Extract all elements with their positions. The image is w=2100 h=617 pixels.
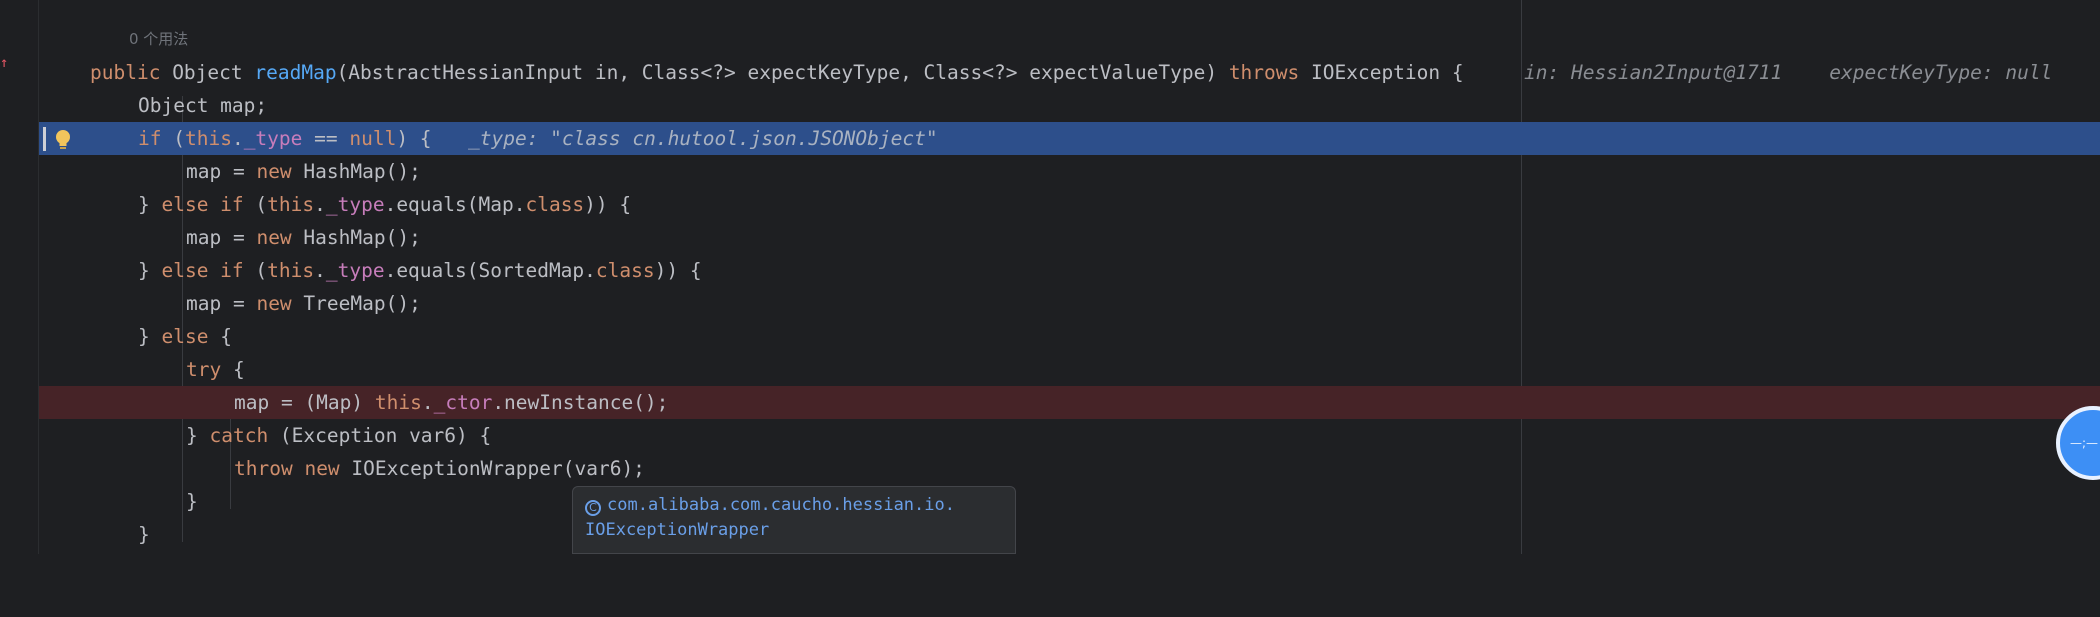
code-text: } — [186, 424, 210, 447]
code-editor[interactable]: 0 个用法 public Object readMap(AbstractHess… — [39, 0, 2100, 554]
keyword: this — [267, 259, 315, 282]
keyword: if — [138, 127, 162, 150]
keyword: new — [256, 160, 292, 183]
keyword: this — [184, 127, 232, 150]
keyword: else if — [161, 259, 244, 282]
usages-hint[interactable]: 0 个用法 — [129, 28, 188, 49]
code-text: Object — [160, 61, 255, 84]
code-text: } — [138, 325, 162, 348]
tooltip-package[interactable]: com.alibaba.com.caucho.hessian.io. — [607, 495, 955, 515]
keyword: try — [186, 358, 222, 381]
code-line[interactable]: map = new TreeMap(); — [39, 287, 2100, 320]
code-line[interactable]: } else if (this._type.equals(Map.class))… — [39, 188, 2100, 221]
code-text: )) { — [654, 259, 702, 282]
code-text: (AbstractHessianInput in, Class<?> expec… — [336, 61, 1229, 84]
code-text: .equals(Map. — [384, 193, 526, 216]
code-line[interactable]: Object map; — [39, 89, 2100, 122]
code-text: )) { — [584, 193, 632, 216]
code-text: ) { — [396, 127, 432, 150]
code-text: Object map; — [138, 94, 268, 117]
inlay-hint: in: Hessian2Input@1711 expectKeyType: nu… — [1524, 61, 2053, 84]
inlay-hint: _type: "class cn.hutool.json.JSONObject" — [468, 127, 938, 150]
keyword: null — [349, 127, 397, 150]
code-text: } — [138, 523, 150, 546]
code-line[interactable]: } else if (this._type.equals(SortedMap.c… — [39, 254, 2100, 287]
code-text: .newInstance(); — [492, 391, 669, 414]
keyword: new — [256, 226, 292, 249]
code-text: } — [138, 259, 162, 282]
field-name: _ctor — [433, 391, 493, 414]
code-text: == — [302, 127, 350, 150]
code-line[interactable]: } — [39, 485, 2100, 518]
code-text: TreeMap(); — [291, 292, 421, 315]
code-text: } — [186, 490, 198, 513]
code-text: } — [138, 193, 162, 216]
keyword: class — [525, 193, 585, 216]
current-execution-line[interactable]: if (this._type == null) { _type: "class … — [39, 122, 2100, 155]
keyword: else — [161, 325, 209, 348]
lightbulb-icon[interactable] — [53, 128, 73, 152]
keyword: catch — [209, 424, 269, 447]
code-text: (Exception var6) { — [268, 424, 492, 447]
code-text: { — [208, 325, 232, 348]
breakpoint-line[interactable]: map = (Map) this._ctor.newInstance(); — [39, 386, 2100, 419]
code-line[interactable]: try { — [39, 353, 2100, 386]
code-text: IOException { — [1299, 61, 1464, 84]
keyword: else if — [161, 193, 244, 216]
method-name: readMap — [254, 61, 337, 84]
code-line[interactable]: map = new HashMap(); — [39, 155, 2100, 188]
code-text: IOExceptionWrapper(var6); — [339, 457, 645, 480]
code-text: ( — [161, 127, 185, 150]
field-name: _type — [243, 127, 303, 150]
code-line[interactable]: map = new HashMap(); — [39, 221, 2100, 254]
field-name: _type — [325, 193, 385, 216]
code-text: ( — [243, 193, 268, 216]
code-text: map = — [186, 226, 257, 249]
keyword: throw — [234, 457, 293, 480]
editor-gutter[interactable]: ↑ — [0, 0, 39, 554]
code-text: . — [314, 193, 326, 216]
keyword: this — [374, 391, 422, 414]
code-text: . — [231, 127, 244, 150]
change-marker-icon: ↑ — [0, 55, 9, 71]
keyword: public — [90, 61, 161, 84]
code-line[interactable]: } — [39, 518, 2100, 551]
code-text: map = — [186, 160, 257, 183]
code-text: { — [221, 358, 245, 381]
code-text: . — [314, 259, 326, 282]
code-text: .equals(SortedMap. — [384, 259, 596, 282]
code-text: HashMap(); — [291, 226, 421, 249]
floating-button-label: —;— — [2070, 436, 2099, 450]
class-icon: C — [585, 500, 601, 516]
keyword: class — [595, 259, 655, 282]
code-line[interactable]: public Object readMap(AbstractHessianInp… — [39, 56, 2100, 89]
code-line[interactable]: } catch (Exception var6) { — [39, 419, 2100, 452]
keyword: new — [256, 292, 292, 315]
text-caret — [43, 127, 46, 151]
field-name: _type — [325, 259, 385, 282]
tooltip-class-name[interactable]: IOExceptionWrapper — [585, 518, 1003, 543]
code-text: ( — [243, 259, 268, 282]
keyword: this — [267, 193, 315, 216]
code-line[interactable]: throw new IOExceptionWrapper(var6); — [39, 452, 2100, 485]
keyword: new — [304, 457, 340, 480]
code-line[interactable]: } else { — [39, 320, 2100, 353]
class-tooltip[interactable]: Ccom.alibaba.com.caucho.hessian.io. IOEx… — [572, 486, 1016, 554]
code-text: map = (Map) — [234, 391, 375, 414]
code-text: map = — [186, 292, 257, 315]
keyword: throws — [1228, 61, 1300, 84]
code-text: . — [421, 391, 434, 414]
code-text: HashMap(); — [291, 160, 421, 183]
